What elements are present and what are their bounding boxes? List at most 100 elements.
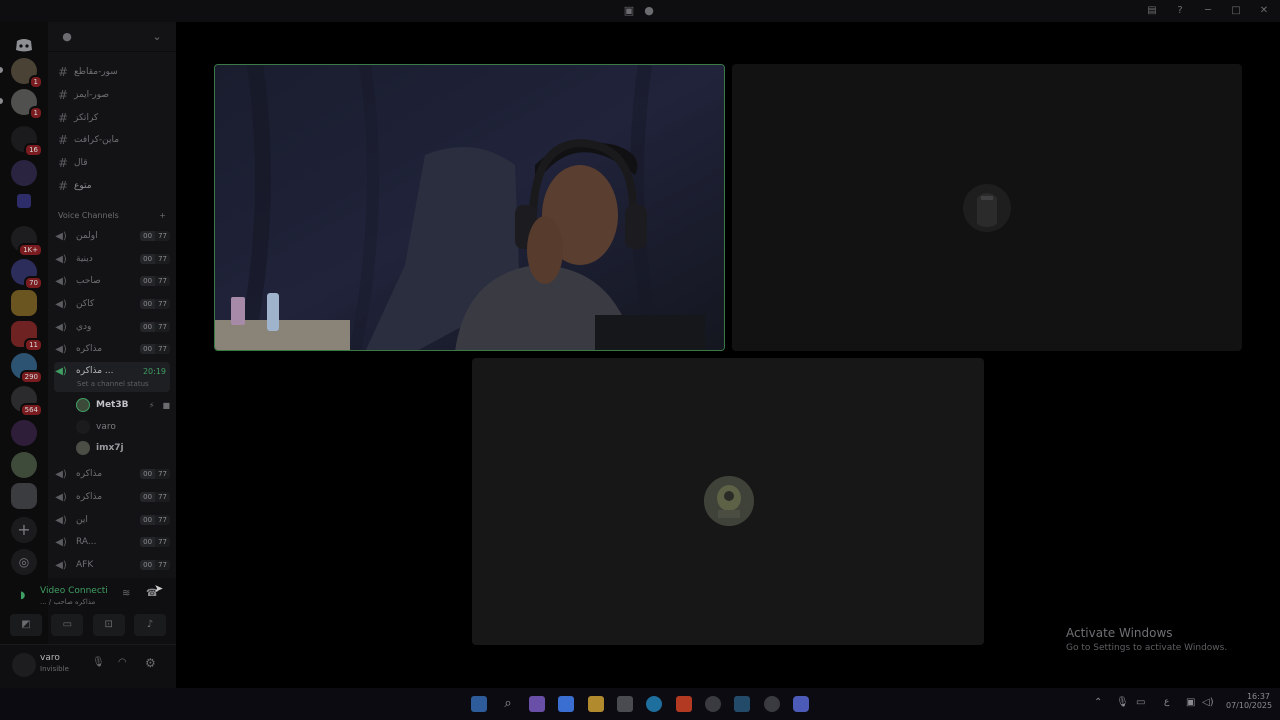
- server-avatar[interactable]: 70: [11, 259, 43, 290]
- fire-icon: ●: [644, 4, 654, 17]
- text-channel[interactable]: # ماين-كرافت: [56, 130, 170, 150]
- voice-channel[interactable]: ◀) اولمن 00 77: [54, 226, 170, 246]
- server-avatar[interactable]: 11: [11, 321, 43, 352]
- volume-icon[interactable]: ◁): [1202, 697, 1214, 708]
- hash-icon: #: [57, 179, 69, 193]
- game-controller-icon[interactable]: [529, 696, 545, 712]
- brave-icon[interactable]: [676, 696, 692, 712]
- voice-member[interactable]: imx7j: [76, 438, 124, 458]
- screen-share-icon[interactable]: ▭: [51, 614, 84, 636]
- text-channel[interactable]: # سور-مقاطع: [56, 62, 170, 82]
- hash-icon: #: [57, 111, 69, 125]
- add-channel-icon[interactable]: +: [159, 211, 166, 220]
- unread-badge: 70: [24, 276, 43, 290]
- channel-status-hint[interactable]: Set a channel status: [54, 380, 170, 388]
- video-tile-user[interactable]: [472, 358, 984, 645]
- voice-status-title[interactable]: Video Connecti: [40, 586, 110, 596]
- voice-channel[interactable]: ◀) مذاكره 00 77: [54, 339, 170, 359]
- language-indicator[interactable]: ع: [1164, 697, 1169, 707]
- video-tile-user[interactable]: [732, 64, 1242, 351]
- discord-home-icon[interactable]: [11, 32, 37, 58]
- server-avatar[interactable]: [11, 160, 37, 186]
- discord-taskbar-icon[interactable]: [793, 696, 809, 712]
- inbox-icon[interactable]: ▤: [1144, 3, 1160, 19]
- activate-windows-title: Activate Windows: [1066, 626, 1173, 640]
- server-avatar[interactable]: [11, 420, 37, 446]
- help-icon[interactable]: ?: [1172, 3, 1188, 19]
- video-tile-camera[interactable]: [214, 64, 725, 351]
- user-count: 00 77: [140, 469, 170, 479]
- server-avatar[interactable]: 290: [11, 353, 43, 384]
- username[interactable]: varo: [40, 653, 60, 663]
- clock[interactable]: 16:37 07/10/2025: [1226, 692, 1273, 710]
- user-avatar: [704, 476, 754, 526]
- file-explorer-icon[interactable]: [588, 696, 604, 712]
- voice-channel[interactable]: ◀) صاحب 00 77: [54, 271, 170, 291]
- add-server-icon[interactable]: +: [11, 517, 37, 543]
- clock-date: 07/10/2025: [1226, 701, 1273, 710]
- maximize-button[interactable]: □: [1228, 3, 1244, 19]
- member-name: Met3B: [96, 400, 129, 410]
- edge-icon[interactable]: [646, 696, 662, 712]
- discover-icon[interactable]: ◎: [11, 549, 37, 575]
- voice-channel[interactable]: ◀) اين 00 77: [54, 510, 170, 530]
- server-header[interactable]: ● ⌄: [48, 22, 176, 52]
- chevron-up-icon[interactable]: ⌃: [1094, 697, 1102, 708]
- voice-channel[interactable]: ◀) مذاكره 00 77: [54, 487, 170, 507]
- server-avatar[interactable]: [11, 483, 37, 509]
- text-channel[interactable]: # كراتكز: [56, 108, 170, 128]
- unread-badge: 1: [28, 75, 43, 89]
- headphones-icon[interactable]: ◠: [118, 657, 127, 668]
- close-button[interactable]: ✕: [1256, 3, 1272, 19]
- avatar[interactable]: [12, 653, 36, 677]
- search-icon[interactable]: ⌕: [500, 696, 516, 712]
- microphone-icon[interactable]: 🎙: [92, 657, 105, 668]
- minimize-button[interactable]: ─: [1200, 3, 1216, 19]
- soundboard-icon[interactable]: ♪: [133, 614, 166, 636]
- voice-channel[interactable]: ◀) ودي 00 77: [54, 317, 170, 337]
- user-count-limit: 77: [155, 322, 170, 332]
- voice-channel[interactable]: ◀) مذاكره 00 77: [54, 464, 170, 484]
- app-icon[interactable]: [764, 696, 780, 712]
- speaker-icon: ◀): [55, 230, 67, 242]
- store-icon[interactable]: [617, 696, 633, 712]
- active-voice-channel[interactable]: ◀) مذاكره ... 20:19 Set a channel status: [54, 362, 170, 392]
- server-avatar[interactable]: [17, 194, 31, 208]
- video-stage: Activate Windows Go to Settings to activ…: [176, 22, 1280, 688]
- network-icon[interactable]: ▣: [1186, 697, 1195, 708]
- voice-channel[interactable]: ◀) RA... 00 77: [54, 532, 170, 552]
- hash-icon: #: [57, 88, 69, 102]
- text-channel[interactable]: # صور-ايمز: [56, 85, 170, 105]
- server-avatar[interactable]: 564: [11, 386, 43, 417]
- activities-icon[interactable]: ⊡: [92, 614, 125, 636]
- server-avatar[interactable]: 1: [11, 89, 43, 120]
- user-count-limit: 77: [155, 560, 170, 570]
- noise-suppression-icon[interactable]: ≋: [122, 588, 130, 599]
- voice-channels-header[interactable]: Voice Channels +: [58, 211, 166, 220]
- user-count-limit: 77: [155, 515, 170, 525]
- steam-icon[interactable]: [734, 696, 750, 712]
- voice-status-channel[interactable]: ... / مذاكره صاحب: [40, 598, 110, 606]
- voice-channel[interactable]: ◀) دينية 00 77: [54, 249, 170, 269]
- unread-badge: 1K+: [18, 243, 43, 257]
- voice-member[interactable]: Met3B ⚡ ■: [76, 395, 170, 415]
- display-icon[interactable]: ▭: [1136, 697, 1145, 708]
- settings-icon[interactable]: [705, 696, 721, 712]
- settings-gear-icon[interactable]: ⚙: [145, 656, 156, 670]
- voice-channel[interactable]: ◀) كاكن 00 77: [54, 294, 170, 314]
- text-channel[interactable]: # متوع: [56, 176, 170, 196]
- copilot-icon[interactable]: [558, 696, 574, 712]
- channel-name: قال: [74, 158, 88, 168]
- windows-start-icon[interactable]: [471, 696, 487, 712]
- microphone-icon[interactable]: 🎙: [1116, 697, 1129, 708]
- text-channel[interactable]: # قال: [56, 153, 170, 173]
- server-avatar[interactable]: 1K+: [11, 226, 43, 257]
- channel-name: مذاكره ...: [76, 366, 114, 376]
- camera-off-icon[interactable]: ◩: [10, 614, 42, 636]
- server-avatar[interactable]: [11, 290, 37, 316]
- server-avatar[interactable]: 16: [11, 126, 43, 157]
- voice-channel[interactable]: ◀) AFK 00 77: [54, 555, 170, 575]
- server-avatar[interactable]: [11, 452, 37, 478]
- voice-member[interactable]: varo: [76, 417, 116, 437]
- server-avatar[interactable]: 1: [11, 58, 43, 89]
